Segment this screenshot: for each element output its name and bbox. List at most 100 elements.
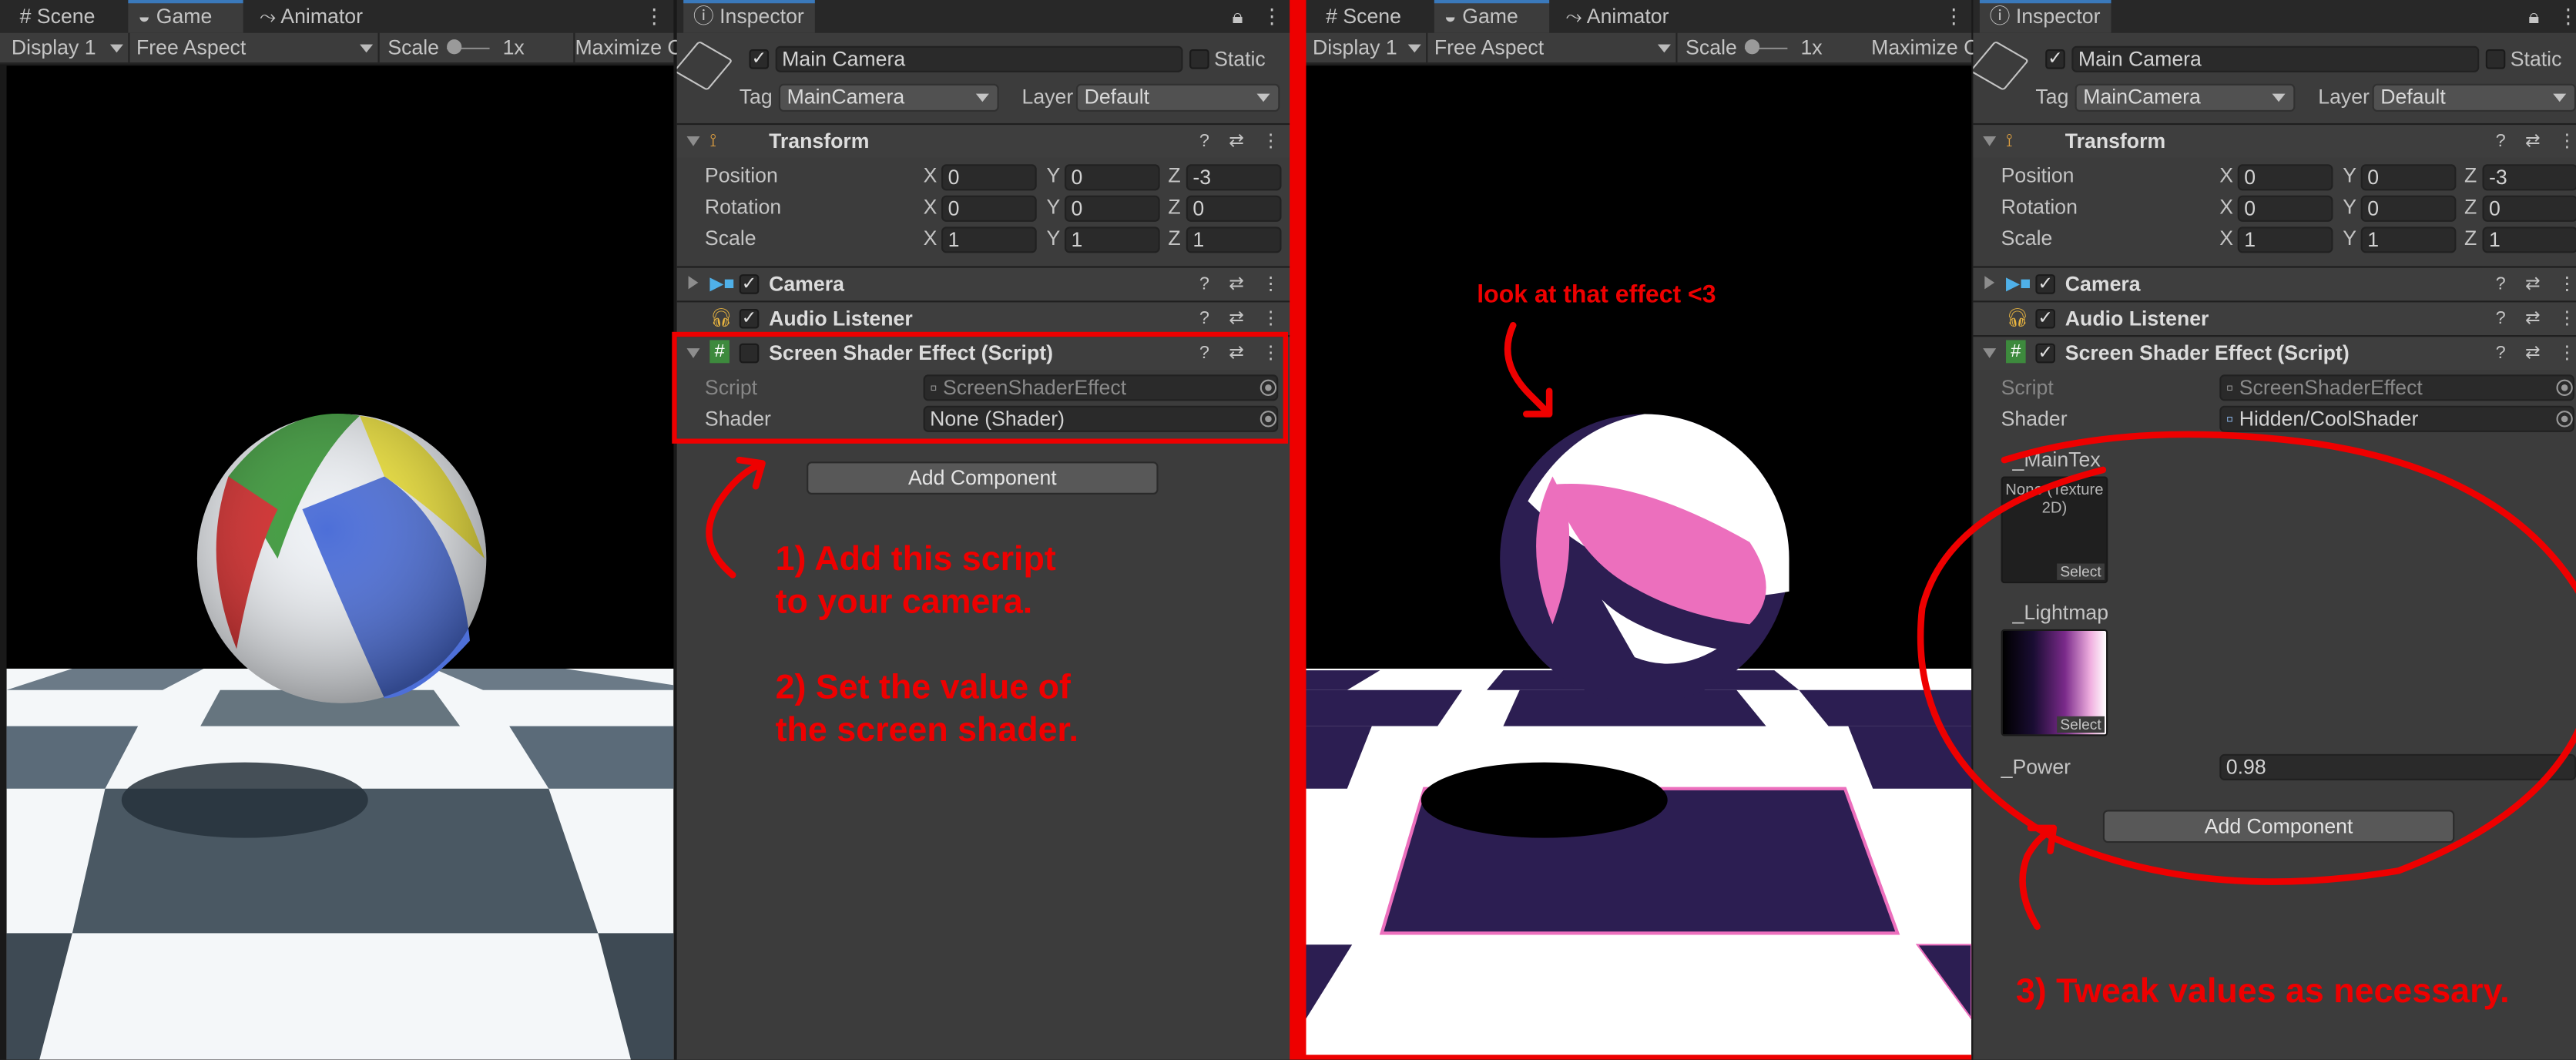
- transform-axes-icon: ⟟: [2006, 131, 2013, 152]
- transform-header[interactable]: ⟟ Transform ? ⇄ ⋮: [676, 122, 1292, 158]
- right-display-dropdown[interactable]: Display 1: [1306, 32, 1428, 63]
- foldout-icon[interactable]: [1983, 136, 1997, 146]
- audio-enabled-checkbox[interactable]: ✓: [2035, 308, 2056, 329]
- position-y-field[interactable]: 0: [2360, 164, 2457, 191]
- right-lock-icon[interactable]: 🔒︎: [2528, 0, 2548, 33]
- scale-y-field[interactable]: 1: [1064, 226, 1160, 253]
- layer-dropdown[interactable]: Default: [2372, 83, 2576, 112]
- right-tab-game[interactable]: ◒ Game: [1434, 0, 1550, 33]
- right-game-menu-icon[interactable]: ⋮: [1944, 0, 1964, 33]
- rotation-x-field[interactable]: 0: [941, 195, 1037, 222]
- left-aspect-dropdown[interactable]: Free Aspect: [128, 32, 380, 63]
- rotation-y-field[interactable]: 0: [1064, 195, 1160, 222]
- preset-icon[interactable]: ⇄: [2525, 129, 2541, 153]
- camera-enabled-checkbox[interactable]: ✓: [2035, 274, 2056, 294]
- transform-header[interactable]: ⟟ Transform ? ⇄ ⋮: [1973, 122, 2576, 158]
- left-display-dropdown[interactable]: Display 1: [0, 32, 130, 63]
- right-scale-slider-handle[interactable]: [1744, 39, 1760, 55]
- left-scale-slider-handle[interactable]: [447, 39, 462, 55]
- help-icon[interactable]: ?: [1199, 307, 1209, 330]
- preset-icon[interactable]: ⇄: [1229, 129, 1244, 153]
- foldout-icon[interactable]: [688, 276, 699, 290]
- context-menu-icon[interactable]: ⋮: [2558, 342, 2576, 365]
- object-name-field[interactable]: Main Camera: [2071, 45, 2480, 72]
- camera-header[interactable]: ▶■ ✓ Camera ? ⇄ ⋮: [1973, 266, 2576, 301]
- rotation-y-field[interactable]: 0: [2360, 195, 2457, 222]
- scale-y-field[interactable]: 1: [2360, 226, 2457, 253]
- position-z-field[interactable]: -3: [1186, 164, 1282, 191]
- position-x-field[interactable]: 0: [2237, 164, 2333, 191]
- layer-dropdown[interactable]: Default: [1075, 83, 1280, 112]
- static-dropdown[interactable]: Static: [2511, 46, 2562, 72]
- position-z-field[interactable]: -3: [2482, 164, 2576, 191]
- preset-icon[interactable]: ⇄: [2525, 307, 2541, 330]
- tag-dropdown[interactable]: MainCamera: [2075, 83, 2296, 112]
- static-checkbox[interactable]: [2485, 49, 2506, 69]
- scale-z-field[interactable]: 1: [2482, 226, 2576, 253]
- preset-icon[interactable]: ⇄: [1229, 307, 1244, 330]
- preset-icon[interactable]: ⇄: [2525, 273, 2541, 296]
- context-menu-icon[interactable]: ⋮: [2558, 273, 2576, 296]
- axis-label: X: [2219, 226, 2234, 250]
- right-inspector-menu-icon[interactable]: ⋮: [2558, 0, 2576, 33]
- right-maximize-toggle[interactable]: Maximize C: [1871, 33, 1978, 62]
- context-menu-icon[interactable]: ⋮: [1262, 307, 1280, 330]
- left-maximize-toggle[interactable]: Maximize O: [573, 32, 683, 63]
- right-game-viewport[interactable]: look at that effect <3: [1306, 65, 1972, 1060]
- left-tab-inspector[interactable]: ⓘ Inspector: [683, 0, 815, 33]
- foldout-icon[interactable]: [1984, 276, 1995, 290]
- scale-z-field[interactable]: 1: [1186, 226, 1282, 253]
- rotation-z-field[interactable]: 0: [1186, 195, 1282, 222]
- right-tab-animator[interactable]: ⤳ Animator: [1559, 0, 1691, 33]
- object-picker-icon[interactable]: [2556, 411, 2573, 428]
- tag-dropdown[interactable]: MainCamera: [778, 83, 999, 112]
- foldout-icon[interactable]: [1983, 348, 1997, 358]
- right-tab-inspector[interactable]: ⓘ Inspector: [1979, 0, 2111, 33]
- help-icon[interactable]: ?: [2496, 129, 2506, 153]
- script-enabled-checkbox[interactable]: ✓: [2035, 343, 2056, 364]
- left-tab-scene[interactable]: # Scene: [7, 0, 119, 33]
- position-x-field[interactable]: 0: [941, 164, 1037, 191]
- camera-header[interactable]: ▶■ ✓ Camera ? ⇄ ⋮: [676, 266, 1292, 301]
- context-menu-icon[interactable]: ⋮: [2558, 307, 2576, 330]
- position-y-field[interactable]: 0: [1064, 164, 1160, 191]
- context-menu-icon[interactable]: ⋮: [1262, 273, 1280, 296]
- help-icon[interactable]: ?: [2496, 342, 2506, 365]
- left-game-viewport[interactable]: [6, 65, 674, 1060]
- divider-bar: [1290, 0, 1306, 1060]
- help-icon[interactable]: ?: [2496, 273, 2506, 296]
- rotation-x-field[interactable]: 0: [2237, 195, 2333, 222]
- active-checkbox[interactable]: ✓: [2045, 49, 2065, 69]
- rotation-z-field[interactable]: 0: [2482, 195, 2576, 222]
- object-picker-icon[interactable]: [2556, 379, 2573, 396]
- camera-enabled-checkbox[interactable]: ✓: [739, 274, 760, 294]
- preset-icon[interactable]: ⇄: [1229, 273, 1244, 296]
- active-checkbox[interactable]: ✓: [749, 49, 770, 69]
- preset-icon[interactable]: ⇄: [2525, 342, 2541, 365]
- help-icon[interactable]: ?: [2496, 307, 2506, 330]
- right-aspect-dropdown[interactable]: Free Aspect: [1426, 32, 1678, 63]
- context-menu-icon[interactable]: ⋮: [1262, 129, 1280, 153]
- right-tab-scene[interactable]: # Scene: [1313, 0, 1424, 33]
- scale-x-field[interactable]: 1: [2237, 226, 2333, 253]
- context-menu-icon[interactable]: ⋮: [2558, 129, 2576, 153]
- static-checkbox[interactable]: [1189, 49, 1209, 69]
- audio-listener-header[interactable]: 🎧︎ ✓ Audio Listener ? ⇄ ⋮: [1973, 300, 2576, 336]
- animator-icon: ⤳: [259, 5, 277, 29]
- foldout-icon[interactable]: [686, 136, 700, 146]
- static-dropdown[interactable]: Static: [1214, 46, 1266, 72]
- left-inspector-menu-icon[interactable]: ⋮: [1262, 0, 1283, 33]
- object-name-field[interactable]: Main Camera: [775, 45, 1183, 72]
- screen-shader-header[interactable]: # ✓ Screen Shader Effect (Script) ? ⇄ ⋮: [1973, 335, 2576, 370]
- scale-x-field[interactable]: 1: [941, 226, 1037, 253]
- audio-enabled-checkbox[interactable]: ✓: [739, 308, 760, 329]
- help-icon[interactable]: ?: [1199, 273, 1209, 296]
- left-lock-icon[interactable]: 🔒︎: [1233, 0, 1253, 33]
- left-tab-animator[interactable]: ⤳ Animator: [253, 0, 384, 33]
- help-icon[interactable]: ?: [1199, 129, 1209, 153]
- left-tab-game[interactable]: ◒ Game: [128, 0, 243, 33]
- left-game-menu-icon[interactable]: ⋮: [644, 0, 665, 33]
- display-label: Display 1: [1313, 35, 1397, 59]
- audio-listener-header[interactable]: 🎧︎ ✓ Audio Listener ? ⇄ ⋮: [676, 300, 1292, 336]
- add-component-button[interactable]: Add Component: [807, 461, 1159, 495]
